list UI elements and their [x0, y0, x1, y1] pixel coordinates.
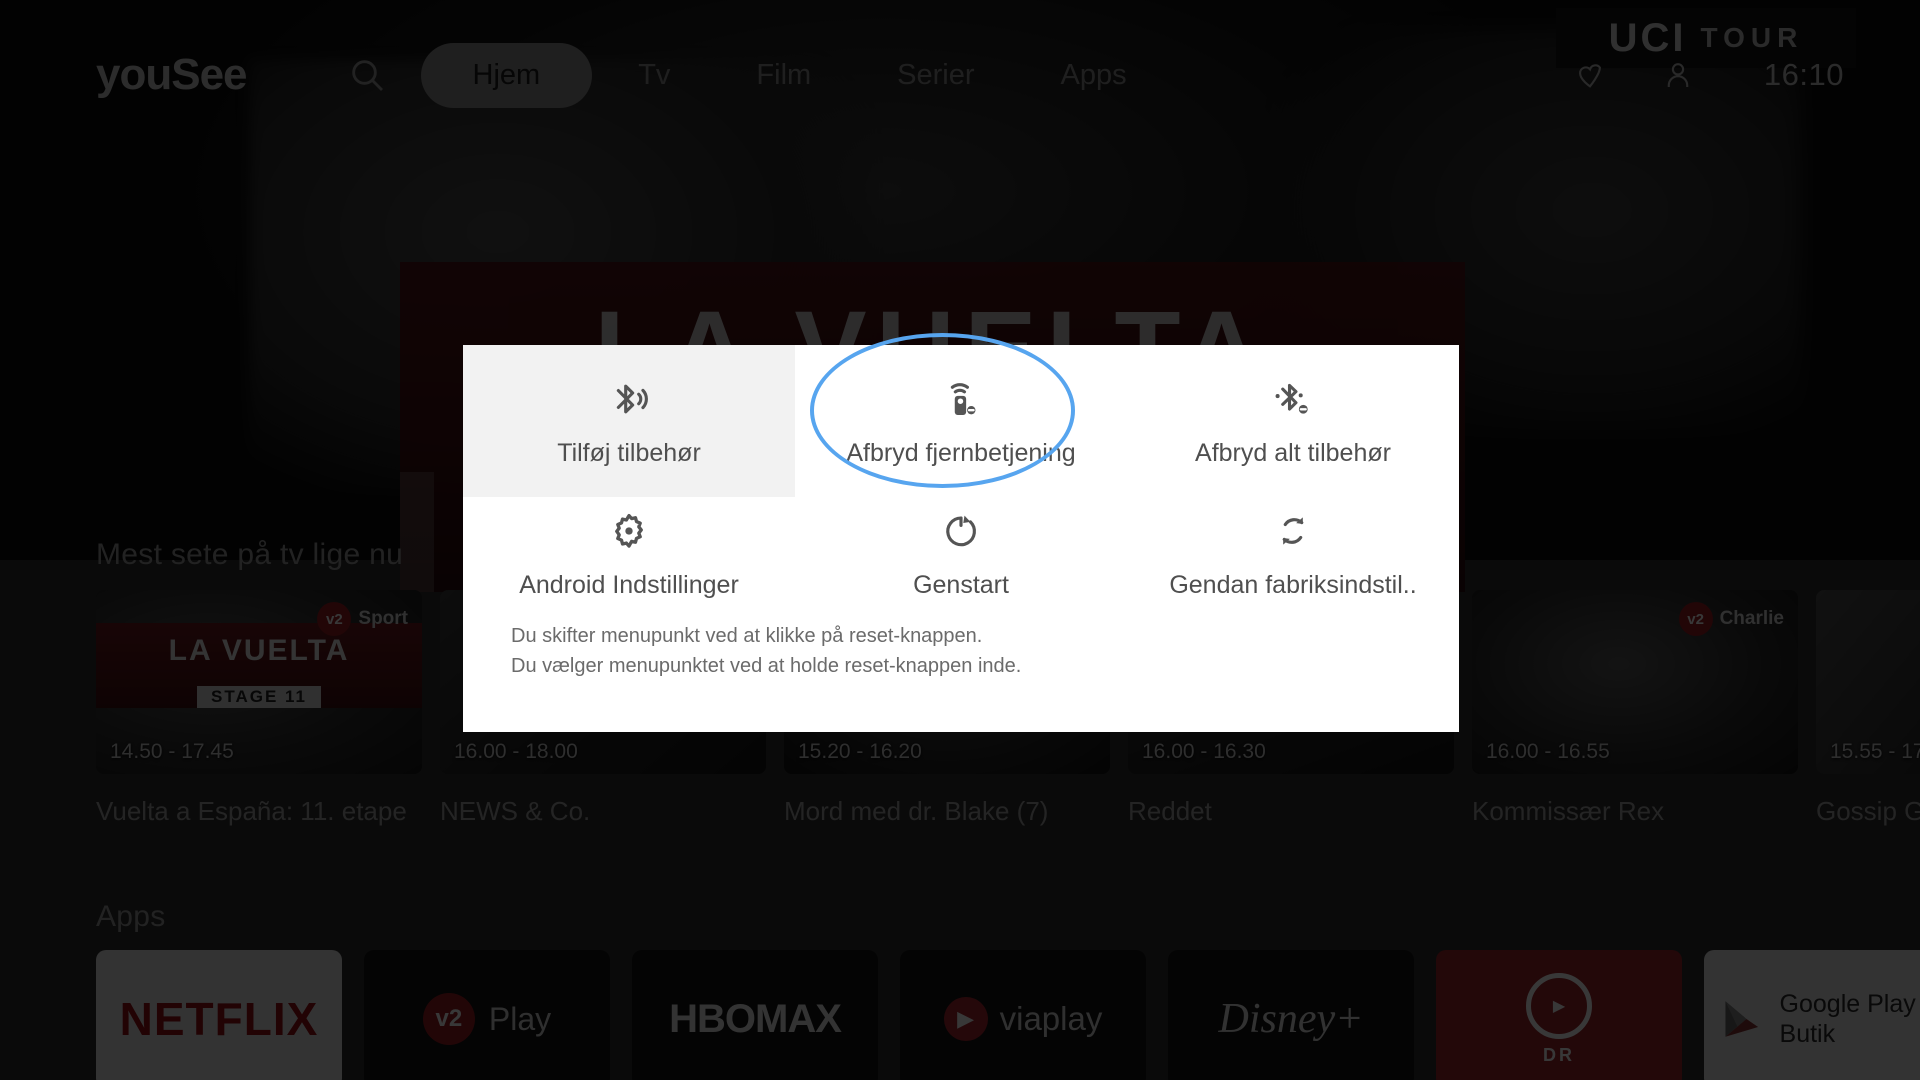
app-tile-disneyplus[interactable]: Disney+: [1168, 950, 1414, 1080]
dialog-tile-label: Afbryd alt tilbehør: [1195, 439, 1391, 468]
channel-name: Sport: [358, 608, 408, 630]
program-time: 16.00 - 18.00: [454, 740, 578, 764]
dialog-tile-disconnect-all[interactable]: Afbryd alt tilbehør: [1127, 345, 1459, 497]
clock: 16:10: [1764, 57, 1844, 93]
search-icon[interactable]: [343, 51, 391, 99]
viaplay-label: viaplay: [1000, 1000, 1103, 1038]
program-title: Gossip Girl: [1816, 796, 1920, 827]
dr-label: DR: [1543, 1045, 1575, 1066]
program-title: Mord med dr. Blake (7): [784, 796, 1110, 827]
program-card[interactable]: LA VUELTA STAGE 11 v2 Sport 14.50 - 17.4…: [96, 590, 422, 827]
dialog-tile-label: Genstart: [913, 571, 1009, 600]
app-tile-tv2play[interactable]: v2 Play: [364, 950, 610, 1080]
program-card[interactable]: v2 Charlie 16.00 - 16.55 Kommissær Rex: [1472, 590, 1798, 827]
viaplay-play-icon: ▶: [944, 997, 988, 1041]
channel-logo: v2 Sport: [317, 602, 408, 636]
program-time: 15.55 - 17.00: [1830, 740, 1920, 764]
program-time: 16.00 - 16.30: [1142, 740, 1266, 764]
nav-right-cluster: 16:10: [1570, 55, 1844, 95]
dialog-tile-label: Android Indstillinger: [519, 571, 739, 600]
dialog-tile-label: Gendan fabriksindstil..: [1169, 571, 1416, 600]
row-title-mest-sete: Mest sete på tv lige nu: [96, 538, 403, 572]
remote-disconnect-icon: [939, 375, 983, 423]
dialog-tile-label: Afbryd fjernbetjening: [846, 439, 1075, 468]
app-tile-google-play[interactable]: Google Play Butik: [1704, 950, 1920, 1080]
thumbnail-overlay-text: LA VUELTA: [169, 634, 350, 668]
dr-logo: ▶ DR: [1526, 973, 1592, 1066]
tv2play-logo: v2 Play: [423, 993, 551, 1045]
google-play-triangle-icon: [1720, 991, 1764, 1047]
viaplay-logo: ▶ viaplay: [944, 997, 1103, 1041]
nav-item-serier[interactable]: Serier: [857, 43, 1014, 108]
program-time: 15.20 - 16.20: [798, 740, 922, 764]
yousee-logo: youSee: [96, 50, 247, 100]
restart-icon: [940, 507, 982, 555]
program-time: 14.50 - 17.45: [110, 740, 234, 764]
dialog-tile-disconnect-remote[interactable]: Afbryd fjernbetjening: [795, 345, 1127, 497]
channel-chip: v2: [1679, 602, 1713, 636]
app-tile-hbomax[interactable]: HBOMAX: [632, 950, 878, 1080]
bluetooth-add-icon: [607, 375, 651, 423]
nav-item-film[interactable]: Film: [716, 43, 851, 108]
channel-chip: v2: [317, 602, 351, 636]
apps-row: NETFLIX v2 Play HBOMAX ▶ viaplay Disney+: [96, 950, 1920, 1080]
channel-name: Charlie: [1720, 608, 1784, 630]
program-title: Reddet: [1128, 796, 1454, 827]
thumbnail-stage-text: STAGE 11: [197, 686, 321, 708]
bluetooth-disconnect-icon: [1271, 375, 1315, 423]
disneyplus-logo: Disney+: [1219, 995, 1364, 1043]
app-tile-netflix[interactable]: NETFLIX: [96, 950, 342, 1080]
nav-item-tv[interactable]: Tv: [598, 43, 710, 108]
tv2-chip: v2: [423, 993, 475, 1045]
program-title: Vuelta a España: 11. etape: [96, 796, 422, 827]
google-play-logo: Google Play Butik: [1704, 989, 1920, 1049]
program-title: Kommissær Rex: [1472, 796, 1798, 827]
dialog-tile-label: Tilføj tilbehør: [557, 439, 701, 468]
program-thumbnail: v2 Charlie 16.00 - 16.55: [1472, 590, 1798, 774]
nav-item-hjem[interactable]: Hjem: [421, 43, 593, 108]
dialog-tile-restart[interactable]: Genstart: [795, 497, 1127, 610]
nav-items: Hjem Tv Film Serier Apps: [421, 43, 1167, 108]
dialog-tile-add-accessory[interactable]: Tilføj tilbehør: [463, 345, 795, 497]
channel-logo: v2 Charlie: [1679, 602, 1784, 636]
netflix-logo: NETFLIX: [120, 992, 319, 1046]
nav-item-apps[interactable]: Apps: [1021, 43, 1167, 108]
dialog-tile-factory-reset[interactable]: Gendan fabriksindstil..: [1127, 497, 1459, 610]
dialog-tile-grid: Tilføj tilbehør Afbryd fjernbetjening: [463, 345, 1459, 610]
row-title-apps: Apps: [96, 900, 166, 934]
dialog-tile-android-settings[interactable]: Android Indstillinger: [463, 497, 795, 610]
program-thumbnail: LA VUELTA STAGE 11 v2 Sport 14.50 - 17.4…: [96, 590, 422, 774]
factory-reset-icon: [1272, 507, 1314, 555]
gear-icon: [608, 507, 650, 555]
top-navigation-bar: youSee Hjem Tv Film Serier Apps: [0, 0, 1920, 150]
play-icon: ▶: [1526, 973, 1592, 1039]
accessory-settings-dialog: Tilføj tilbehør Afbryd fjernbetjening: [463, 345, 1459, 732]
heart-icon[interactable]: [1570, 55, 1610, 95]
program-card[interactable]: 15.55 - 17.00 Gossip Girl: [1816, 590, 1920, 827]
program-time: 16.00 - 16.55: [1486, 740, 1610, 764]
app-tile-dr[interactable]: ▶ DR: [1436, 950, 1682, 1080]
tv2play-label: Play: [489, 1001, 551, 1038]
google-play-label: Google Play Butik: [1780, 989, 1920, 1049]
program-thumbnail: 15.55 - 17.00: [1816, 590, 1920, 774]
app-tile-viaplay[interactable]: ▶ viaplay: [900, 950, 1146, 1080]
dialog-hint-line-1: Du skifter menupunkt ved at klikke på re…: [511, 622, 1459, 650]
program-title: NEWS & Co.: [440, 796, 766, 827]
tv-home-screen: LA VUELTA UCI TOUR youSee Hjem Tv Film S…: [0, 0, 1920, 1080]
hbomax-logo: HBOMAX: [669, 997, 841, 1042]
person-icon[interactable]: [1658, 55, 1698, 95]
dialog-hint-line-2: Du vælger menupunktet ved at holde reset…: [511, 652, 1459, 680]
